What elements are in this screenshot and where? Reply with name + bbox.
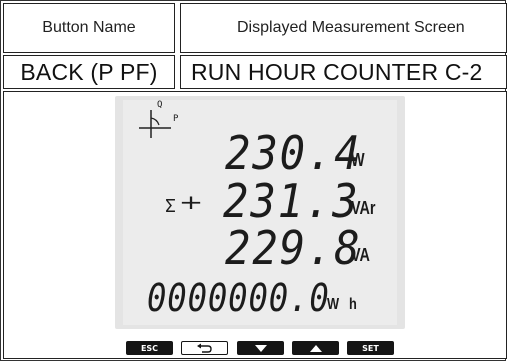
esc-button-label: ESC: [140, 343, 159, 353]
power-reactive-unit: VAr: [351, 198, 376, 218]
power-active-unit: W: [351, 150, 365, 170]
lcd-screen: Q P 230.4 W Σ ⊣⊢ 231.3 VAr 229.8 VA 0000…: [123, 100, 397, 325]
quadrant-axis-icon: [139, 110, 171, 138]
screen-name-cell: RUN HOUR COUNTER C-2: [180, 55, 507, 89]
header-button-name: Button Name: [42, 19, 136, 36]
axis-q-label: Q: [157, 100, 163, 110]
down-triangle-icon: [254, 344, 267, 352]
header-measurement-screen: Displayed Measurement Screen: [237, 19, 465, 36]
up-button[interactable]: [292, 341, 339, 355]
button-name: BACK (P PF): [20, 58, 158, 85]
screen-name: RUN HOUR COUNTER C-2: [191, 58, 483, 85]
set-button-label: SET: [362, 343, 379, 353]
back-button[interactable]: [181, 341, 228, 355]
up-triangle-icon: [309, 344, 322, 352]
power-apparent-unit: VA: [351, 245, 370, 265]
header-measurement-screen-cell: Displayed Measurement Screen: [180, 3, 507, 53]
sigma-symbol: Σ: [165, 196, 176, 217]
energy-counter-unit: W h: [327, 296, 361, 313]
capacitive-icon: ⊣⊢: [181, 190, 201, 214]
button-name-cell: BACK (P PF): [3, 55, 175, 89]
header-button-name-cell: Button Name: [3, 3, 175, 53]
power-apparent-value: 229.8: [225, 221, 362, 275]
back-arrow-icon: [196, 343, 212, 353]
down-button[interactable]: [237, 341, 284, 355]
energy-counter-value: 0000000.0: [147, 276, 330, 320]
power-reactive-value: 231.3: [223, 174, 360, 228]
esc-button[interactable]: ESC: [126, 341, 173, 355]
set-button[interactable]: SET: [347, 341, 394, 355]
power-active-value: 230.4: [225, 126, 362, 180]
axis-p-label: P: [173, 114, 179, 124]
lcd-display: Q P 230.4 W Σ ⊣⊢ 231.3 VAr 229.8 VA 0000…: [115, 96, 405, 329]
